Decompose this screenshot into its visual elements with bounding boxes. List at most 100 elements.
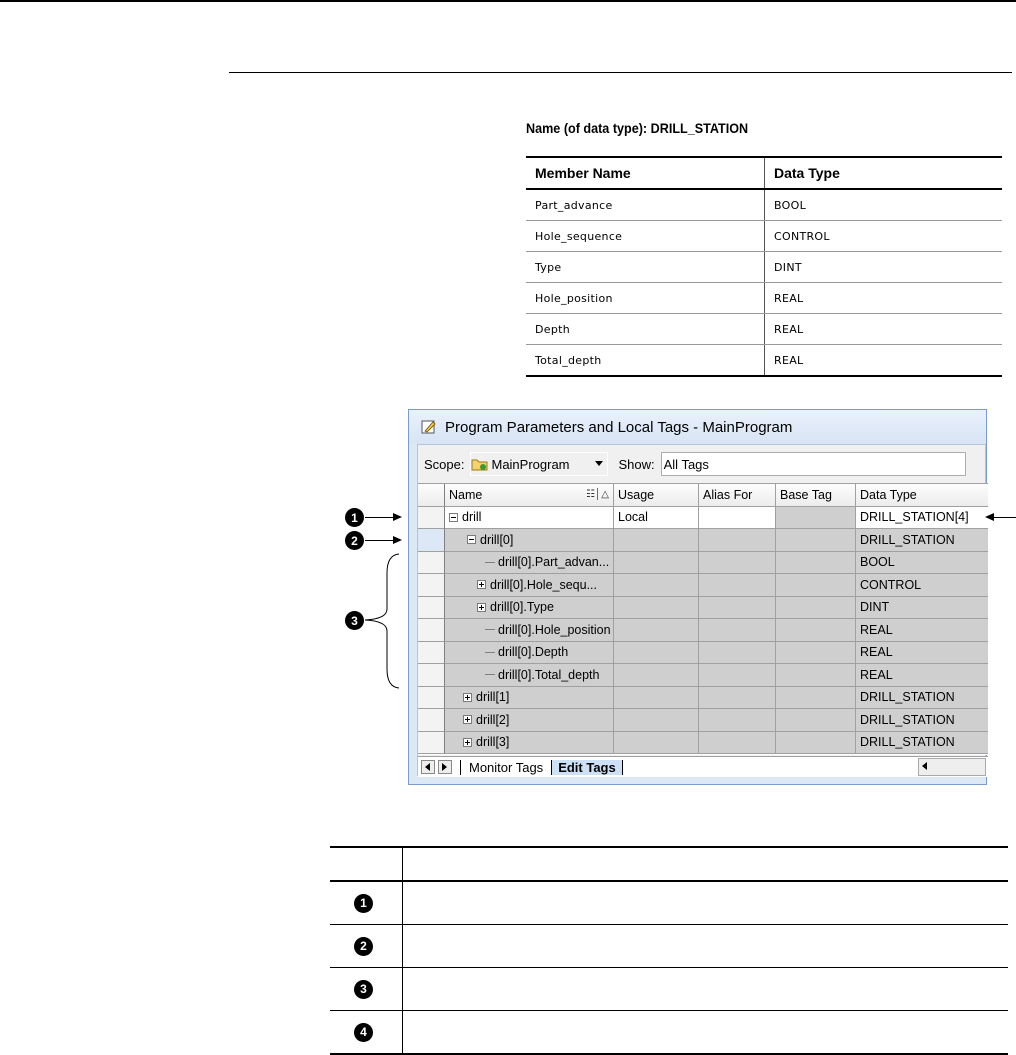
- table-row[interactable]: drill[3] DRILL_STATION: [418, 731, 988, 754]
- table-row[interactable]: drill[1] DRILL_STATION: [418, 686, 988, 709]
- tag-name-cell[interactable]: drill[0].Type: [445, 596, 614, 619]
- row-selector-header[interactable]: [418, 484, 445, 507]
- table-row[interactable]: drill Local DRILL_STATION[4]: [418, 506, 988, 529]
- row-selector[interactable]: [418, 664, 445, 687]
- legend-row: 3: [330, 967, 1008, 1011]
- legend-header-row: [330, 847, 1008, 882]
- callout-2: 2: [345, 531, 364, 550]
- tag-name-cell[interactable]: drill[1]: [445, 686, 614, 709]
- column-header-alias-for[interactable]: Alias For: [699, 484, 776, 507]
- legend-callout-cell: 2: [330, 924, 403, 968]
- expand-icon[interactable]: [477, 602, 486, 612]
- scope-dropdown[interactable]: MainProgram: [470, 452, 609, 476]
- legend-callout-3: 3: [354, 979, 373, 999]
- tab-scroll-left-icon[interactable]: [421, 760, 435, 774]
- tag-name: drill[1]: [476, 690, 510, 705]
- table-row[interactable]: drill[2] DRILL_STATION: [418, 709, 988, 732]
- alias-cell: [699, 664, 776, 687]
- tag-name-cell[interactable]: drill[0].Part_advan...: [445, 551, 614, 574]
- table-row[interactable]: drill[0].Depth REAL: [418, 641, 988, 664]
- arrowhead-icon: [393, 536, 402, 544]
- table-row[interactable]: drill[0] DRILL_STATION: [418, 529, 988, 552]
- tag-name-cell[interactable]: drill[2]: [445, 709, 614, 732]
- tag-name-cell[interactable]: drill[0]: [445, 529, 614, 552]
- table-row[interactable]: drill[0].Hole_sequ... CONTROL: [418, 574, 988, 597]
- tab-scroll-right-icon[interactable]: [438, 760, 452, 774]
- legend-callout-4: 4: [354, 1022, 373, 1042]
- data-type-cell[interactable]: DRILL_STATION[4]: [856, 507, 988, 529]
- arrowhead-icon: [393, 513, 402, 521]
- row-selector[interactable]: [418, 619, 445, 642]
- alias-cell: [699, 551, 776, 574]
- column-header-base-tag[interactable]: Base Tag: [776, 484, 856, 507]
- show-filter-field[interactable]: All Tags: [660, 452, 966, 476]
- base-tag-cell: [776, 574, 856, 597]
- table-row[interactable]: drill[0].Hole_position REAL: [418, 619, 988, 642]
- arrowhead-icon: [985, 513, 994, 521]
- expand-icon[interactable]: [463, 692, 472, 702]
- usage-cell: [614, 529, 699, 552]
- data-type-cell: BOOL: [856, 551, 988, 574]
- legend-callout-cell: 1: [330, 881, 403, 925]
- row-selector[interactable]: [418, 686, 445, 709]
- window-body: Scope: MainProgram Show: All Tags Name ☷…: [417, 444, 988, 777]
- table-row[interactable]: drill[0].Total_depth REAL: [418, 664, 988, 687]
- row-selector[interactable]: [418, 596, 445, 619]
- data-type-cell: REAL: [856, 619, 988, 642]
- alias-cell: [699, 619, 776, 642]
- tags-window: Program Parameters and Local Tags - Main…: [408, 409, 988, 785]
- base-tag-cell: [776, 596, 856, 619]
- datatype-header-row: Member Name Data Type: [526, 157, 1002, 190]
- alias-cell: [699, 529, 776, 552]
- column-header-usage[interactable]: Usage: [614, 484, 699, 507]
- table-row[interactable]: drill[0].Type DINT: [418, 596, 988, 619]
- tag-name-cell[interactable]: drill[3]: [445, 731, 614, 754]
- tag-name: drill[0].Hole_position: [498, 622, 611, 637]
- window-title-bar[interactable]: Program Parameters and Local Tags - Main…: [409, 410, 986, 444]
- row-selector[interactable]: [418, 529, 445, 552]
- row-selector[interactable]: [418, 574, 445, 597]
- grid-header-row: Name ☷│△ Usage Alias For Base Tag Data T…: [418, 484, 988, 507]
- column-header-label: Name: [449, 487, 483, 502]
- row-selector[interactable]: [418, 551, 445, 574]
- row-selector[interactable]: [418, 709, 445, 732]
- usage-cell[interactable]: Local: [614, 506, 699, 529]
- scope-label: Scope:: [424, 456, 465, 472]
- tab-monitor-tags[interactable]: Monitor Tags: [460, 759, 551, 775]
- tag-name-cell[interactable]: drill[0].Depth: [445, 641, 614, 664]
- callout-3: 3: [345, 611, 364, 630]
- legend-callout-cell: 3: [330, 967, 403, 1011]
- member-name: Depth: [526, 313, 765, 345]
- tab-edit-tags[interactable]: Edit Tags: [551, 759, 623, 775]
- datatype-row: Part_advance BOOL: [526, 189, 1002, 221]
- column-header-name[interactable]: Name ☷│△: [445, 484, 614, 507]
- scroll-left-icon[interactable]: [919, 760, 931, 772]
- row-selector[interactable]: [418, 506, 445, 529]
- alias-cell[interactable]: [699, 506, 776, 529]
- collapse-icon[interactable]: [467, 535, 476, 545]
- dropdown-arrow-icon[interactable]: [595, 461, 604, 466]
- sort-ascending-icon[interactable]: ☷│△: [586, 489, 609, 500]
- table-row[interactable]: drill[0].Part_advan... BOOL: [418, 551, 988, 574]
- tag-name-cell[interactable]: drill[0].Hole_position: [445, 619, 614, 642]
- alias-cell: [699, 574, 776, 597]
- expand-icon[interactable]: [477, 580, 486, 590]
- scope-value: MainProgram: [491, 456, 570, 472]
- usage-cell: [614, 619, 699, 642]
- legend-description: [403, 1011, 1009, 1055]
- collapse-icon[interactable]: [449, 512, 458, 522]
- row-selector[interactable]: [418, 641, 445, 664]
- expand-icon[interactable]: [463, 715, 472, 725]
- tag-name-cell[interactable]: drill: [445, 506, 614, 529]
- tag-name-cell[interactable]: drill[0].Hole_sequ...: [445, 574, 614, 597]
- legend-description: [402, 881, 1008, 925]
- data-type-cell: DINT: [856, 596, 988, 619]
- tag-name-cell[interactable]: drill[0].Total_depth: [445, 664, 614, 687]
- column-header-data-type[interactable]: Data Type: [856, 484, 988, 507]
- tab-bar: Monitor Tags Edit Tags: [418, 756, 988, 777]
- horizontal-scrollbar[interactable]: [918, 758, 986, 776]
- base-tag-cell: [776, 664, 856, 687]
- row-selector[interactable]: [418, 731, 445, 754]
- base-tag-cell: [776, 709, 856, 732]
- expand-icon[interactable]: [463, 737, 472, 747]
